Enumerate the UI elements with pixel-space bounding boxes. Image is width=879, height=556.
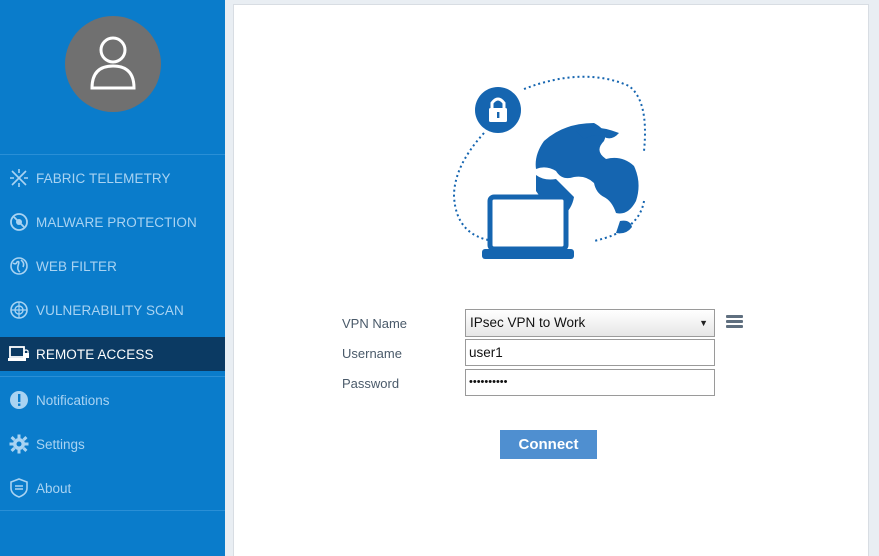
sidebar-item-web-filter[interactable]: WEB FILTER: [0, 249, 225, 283]
sidebar-item-vulnerability-scan[interactable]: VULNERABILITY SCAN: [0, 293, 225, 327]
connect-button[interactable]: Connect: [500, 430, 597, 459]
sidebar-item-label: FABRIC TELEMETRY: [36, 170, 171, 186]
sidebar: FABRIC TELEMETRY MALWARE PROTECTION WEB …: [0, 0, 225, 556]
about-icon: [8, 477, 30, 499]
malware-protection-icon: [8, 211, 30, 233]
sidebar-item-fabric-telemetry[interactable]: FABRIC TELEMETRY: [0, 161, 225, 195]
vpn-menu-icon[interactable]: [726, 315, 743, 329]
sidebar-item-notifications[interactable]: Notifications: [0, 383, 225, 417]
sidebar-item-about[interactable]: About: [0, 471, 225, 505]
vulnerability-scan-icon: [8, 299, 30, 321]
notifications-icon: [8, 389, 30, 411]
dropdown-arrow-icon: ▼: [699, 318, 708, 328]
user-avatar[interactable]: [65, 16, 161, 112]
remote-access-panel: VPN Name IPsec VPN to Work ▼ Username us…: [233, 4, 869, 556]
username-field[interactable]: user1: [465, 339, 715, 366]
sidebar-item-label: REMOTE ACCESS: [36, 346, 154, 362]
sidebar-item-label: VULNERABILITY SCAN: [36, 302, 184, 318]
divider: [0, 376, 225, 377]
password-value: ••••••••••: [469, 376, 508, 388]
divider: [0, 154, 225, 155]
sidebar-item-label: MALWARE PROTECTION: [36, 214, 197, 230]
vpn-illustration: [452, 75, 646, 259]
password-field[interactable]: ••••••••••: [465, 369, 715, 396]
sidebar-item-label: WEB FILTER: [36, 258, 118, 274]
lock-icon: [475, 87, 521, 133]
username-value: user1: [469, 345, 503, 360]
user-icon: [90, 36, 136, 90]
sidebar-item-label: Settings: [36, 436, 85, 452]
vpn-name-label: VPN Name: [342, 316, 408, 331]
sidebar-item-malware-protection[interactable]: MALWARE PROTECTION: [0, 205, 225, 239]
username-label: Username: [342, 346, 402, 361]
remote-access-icon: [8, 343, 30, 365]
sidebar-item-label: About: [36, 480, 72, 496]
sidebar-item-label: Notifications: [36, 392, 110, 408]
vpn-name-select[interactable]: IPsec VPN to Work ▼: [465, 309, 715, 337]
sidebar-item-settings[interactable]: Settings: [0, 427, 225, 461]
password-label: Password: [342, 376, 400, 391]
sidebar-item-remote-access[interactable]: REMOTE ACCESS: [0, 337, 225, 371]
web-filter-icon: [8, 255, 30, 277]
laptop-icon: [482, 194, 574, 259]
divider: [0, 510, 225, 511]
vpn-name-value: IPsec VPN to Work: [470, 315, 586, 330]
fabric-telemetry-icon: [8, 167, 30, 189]
gear-icon: [8, 433, 30, 455]
